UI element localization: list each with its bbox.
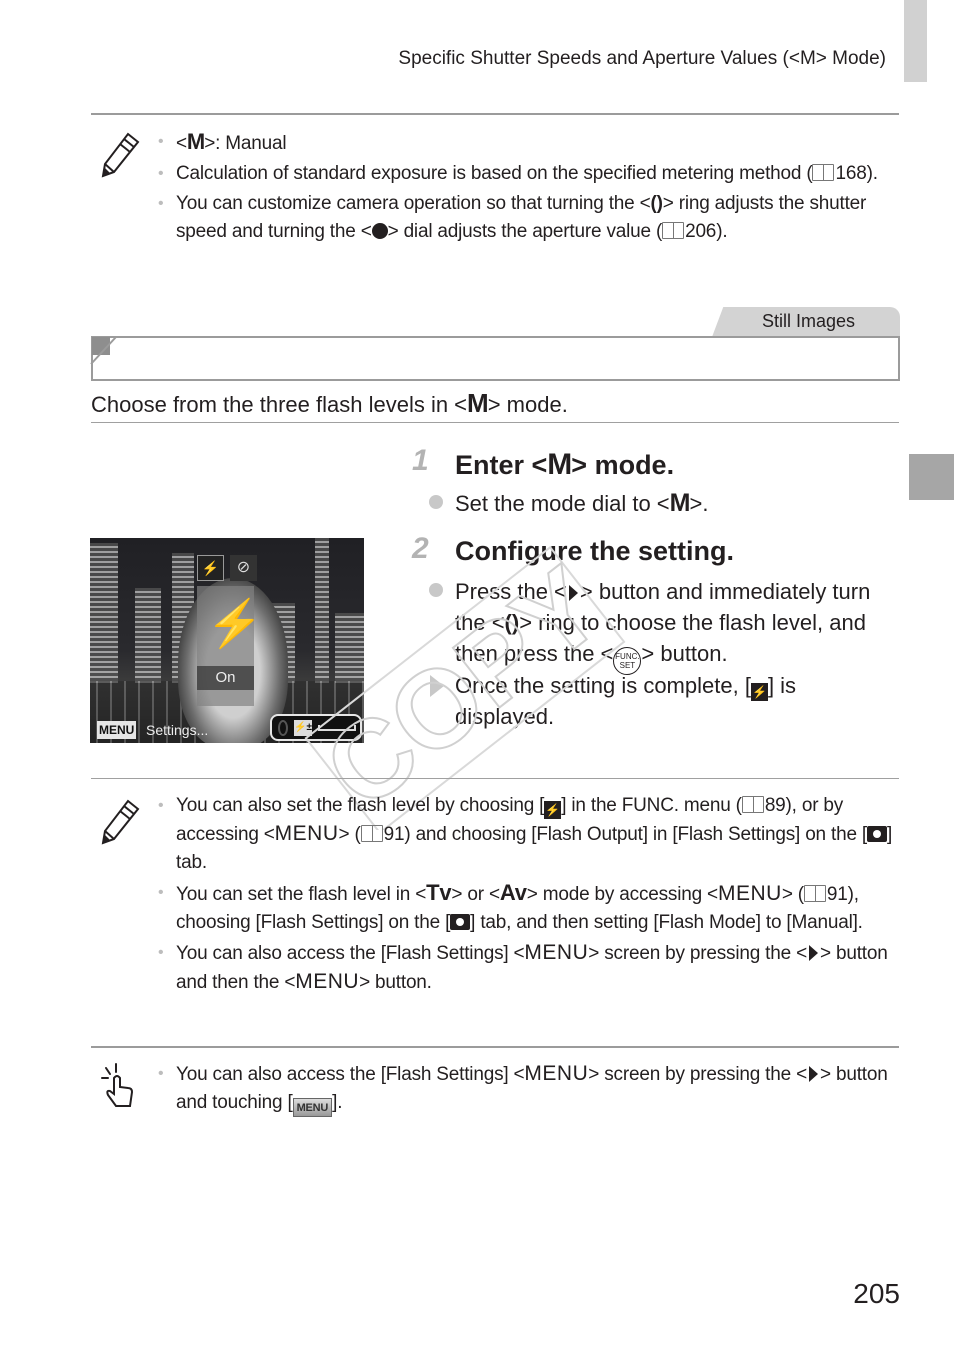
note-list-3: • You can also access the [Flash Setting… [156, 1060, 896, 1119]
right-button-icon [808, 945, 818, 961]
right-button-icon [568, 585, 578, 601]
bullet-dot [429, 495, 443, 509]
note-item: • You can also access the [Flash Setting… [156, 1060, 896, 1117]
av-mode-icon: Av [499, 880, 527, 905]
divider [91, 778, 899, 779]
menu-button-icon: MENU [295, 970, 360, 993]
flash-on-option: ⚡ [197, 555, 224, 581]
page-ref-icon [741, 796, 764, 813]
menu-button-icon: MENU [274, 822, 339, 845]
note-item: • You can also access the [Flash Setting… [158, 941, 888, 993]
step-2: 2 [412, 532, 429, 566]
page-ref-link[interactable]: 168 [835, 163, 866, 184]
section-corner [90, 336, 117, 365]
camera-screen-image: ⚡ ⊘ ⚡ On MENU Settings... ⚡± [90, 538, 364, 743]
page-ref-icon [803, 885, 826, 902]
manual-mode-icon: M [467, 388, 489, 418]
settings-label: Settings... [146, 722, 209, 738]
pencil-icon [101, 799, 140, 845]
camera-tab-icon [866, 826, 887, 842]
control-ring-icon: () [504, 610, 520, 635]
page-ref-icon [360, 825, 383, 842]
still-images-tab: Still Images [712, 307, 900, 337]
page-ref-icon [662, 222, 685, 239]
divider [91, 422, 899, 423]
note-item: • <M>: Manual [158, 129, 287, 154]
page-ref-link[interactable]: 206 [685, 221, 716, 242]
step-result: Once the setting is complete, [⚡] is dis… [455, 673, 797, 729]
manual-mode-icon: M [669, 489, 691, 517]
menu-touch-button: MENU [292, 1098, 333, 1117]
flash-output-icon: ⚡ [544, 801, 562, 819]
touch-icon [101, 1063, 134, 1107]
note-list-2: • You can also set the flash level by ch… [156, 792, 896, 999]
step-number: 1 [412, 444, 429, 477]
page-ref-icon [812, 164, 835, 181]
flash-mode-label: On [197, 666, 254, 690]
menu-button-icon: MENU [524, 1062, 589, 1085]
section-title-box [91, 336, 900, 381]
note-item: • You can customize camera operation so … [158, 193, 867, 242]
flash-output-icon: ⚡ [750, 683, 768, 701]
result-arrow-icon [430, 675, 444, 697]
page-number: 205 [853, 1278, 900, 1309]
step-number: 2 [412, 532, 429, 565]
running-head: Specific Shutter Speeds and Aperture Val… [398, 48, 886, 69]
menu-button-icon: MENU [524, 941, 589, 964]
control-ring-icon [278, 720, 288, 736]
lightning-icon: ⚡ [206, 597, 264, 649]
step-instruction: Press the < > button and immediately turn… [455, 576, 875, 675]
step-title: Configure the setting. [455, 536, 734, 566]
step-title: Enter <M> mode. [455, 448, 675, 481]
menu-button-icon: MENU [717, 882, 782, 905]
right-button-icon [808, 1066, 818, 1082]
note-list-1: • <M>: Manual • Calculation of standard … [156, 128, 896, 248]
camera-tab-icon [450, 914, 471, 930]
chapter-side-tab [909, 454, 954, 500]
note-item: • You can also set the flash level by ch… [158, 795, 893, 873]
flash-off-option: ⊘ [230, 555, 257, 581]
page-ref-link[interactable]: 91 [827, 884, 848, 905]
note-item: • Calculation of standard exposure is ba… [158, 163, 878, 184]
divider [91, 1046, 899, 1048]
flash-level-scale [318, 725, 356, 731]
flash-output-icon: ⚡± [294, 720, 312, 736]
step-1: 1 [412, 444, 429, 478]
manual-mode-icon: M [186, 129, 205, 154]
control-dial-icon [371, 223, 388, 239]
chapter-tab [904, 0, 927, 82]
flash-level-control: ⚡± [270, 714, 362, 741]
step-instruction: Set the mode dial to <M>. [455, 489, 709, 517]
manual-mode-icon: M [547, 448, 572, 481]
page-ref-link[interactable]: 91 [384, 824, 405, 845]
divider [91, 113, 899, 115]
note-item: • You can set the flash level in <Tv> or… [158, 880, 863, 933]
menu-chip: MENU [97, 721, 137, 739]
page-ref-link[interactable]: 89 [765, 795, 786, 816]
bullet-dot [429, 583, 443, 597]
control-ring-icon: () [650, 193, 663, 214]
pencil-icon [101, 132, 140, 178]
section-intro: Choose from the three flash levels in <M… [91, 388, 568, 418]
tv-mode-icon: Tv [426, 880, 452, 905]
